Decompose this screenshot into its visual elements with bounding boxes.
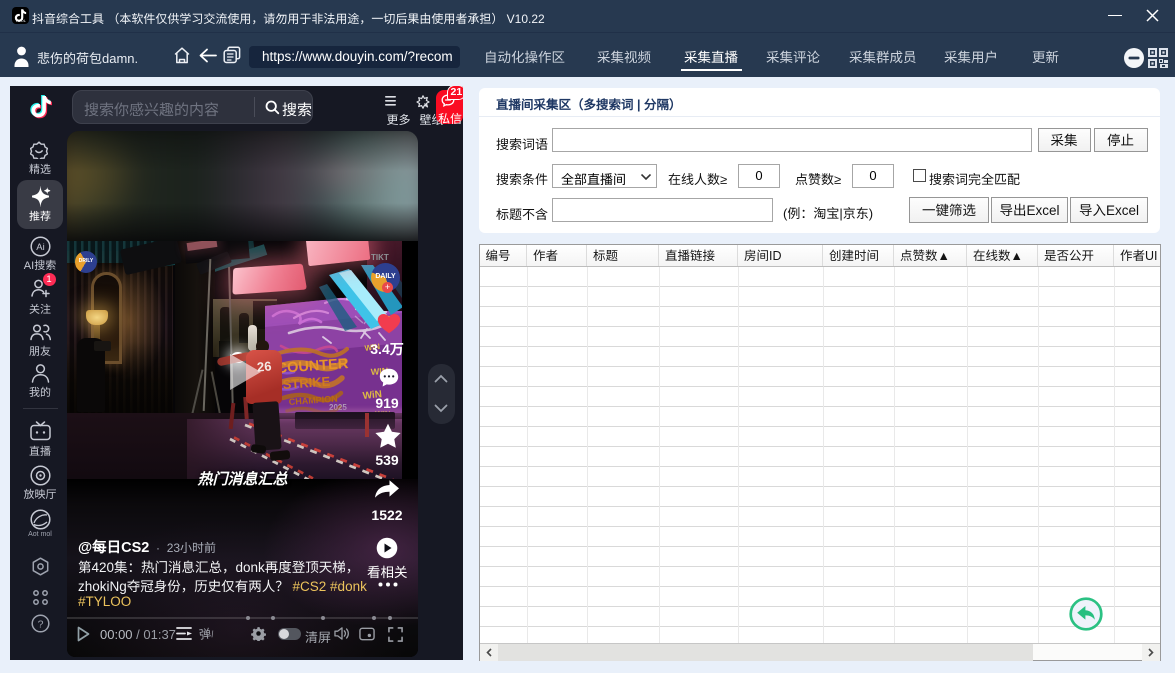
svg-text:?: ? xyxy=(37,618,43,630)
svg-text:Ai: Ai xyxy=(36,242,44,253)
svg-text:TOOL: TOOL xyxy=(15,18,27,23)
